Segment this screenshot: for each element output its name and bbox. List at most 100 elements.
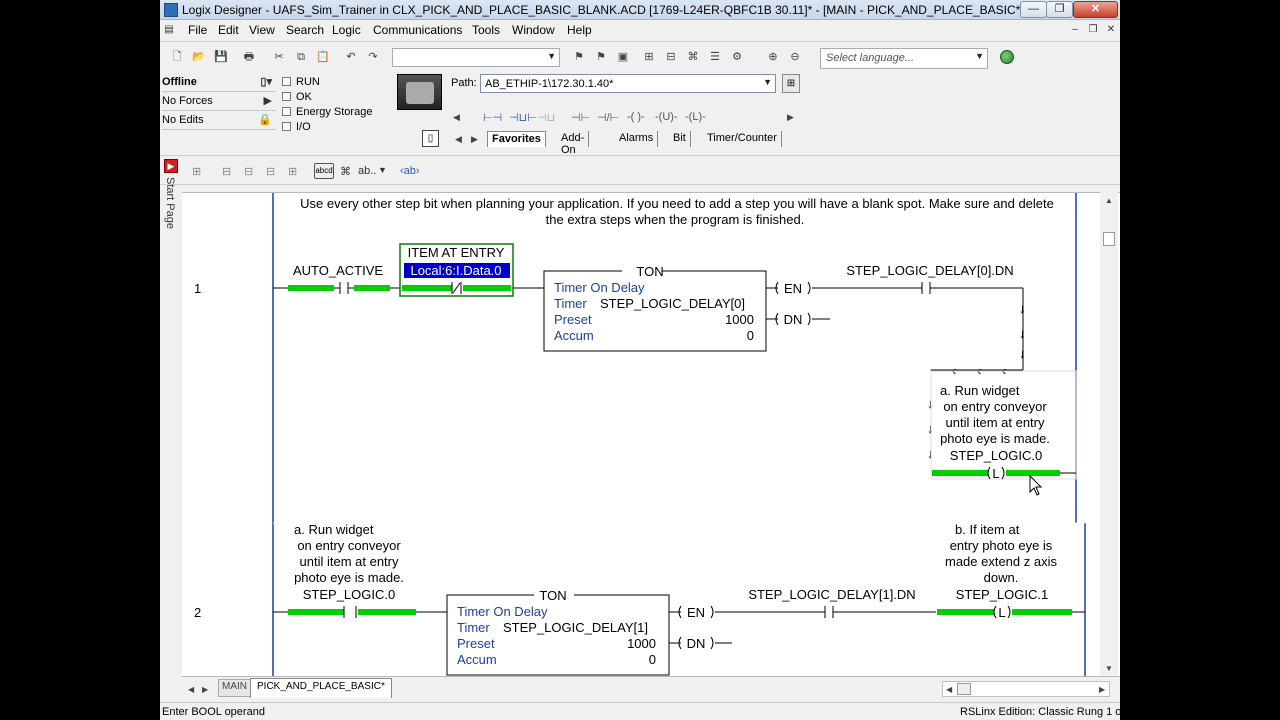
find-combo[interactable]: ▼ — [392, 48, 560, 67]
chevron-right-icon[interactable]: ▶ — [787, 112, 794, 123]
menu-window[interactable]: Window — [512, 23, 555, 37]
tags-icon[interactable]: ⊞ — [642, 50, 656, 64]
rung-1-xic-auto-active[interactable] — [288, 282, 400, 294]
path-combo[interactable]: AB_ETHIP-1\172.30.1.40* ▼ — [480, 74, 776, 93]
mdi-close-button[interactable]: ✕ — [1104, 23, 1118, 37]
cut-icon[interactable]: ✂ — [272, 50, 286, 64]
compare-icon[interactable]: ⚙ — [730, 50, 744, 64]
chevron-left-icon[interactable]: ◀ — [453, 112, 460, 123]
rung-1-otl-coil[interactable] — [932, 466, 1076, 480]
start-page-tab[interactable]: ▶ Start Page — [162, 157, 180, 229]
verify-all-icon[interactable]: ⚑ — [594, 50, 608, 64]
accept-edit-icon[interactable]: ⊟ — [244, 165, 253, 178]
menu-file[interactable]: File — [188, 23, 207, 37]
rung-2-timer-tag[interactable]: STEP_LOGIC_DELAY[1] — [503, 620, 648, 635]
copy-icon[interactable]: ⧉ — [294, 50, 308, 64]
scroll-left-icon[interactable]: ◀ — [946, 685, 952, 694]
branch-icon[interactable]: ⊣⊔⊢ — [509, 111, 537, 124]
menu-view[interactable]: View — [249, 23, 275, 37]
forces-row[interactable]: No Forces ▶ — [162, 93, 276, 111]
otu-instruction[interactable]: -(U)- — [655, 111, 678, 123]
scroll-right-icon[interactable]: ▶ — [1099, 685, 1105, 694]
document-icon[interactable]: ▤ — [162, 23, 176, 37]
tab-bit[interactable]: Bit — [669, 131, 691, 147]
ote-instruction[interactable]: -( )- — [627, 111, 645, 123]
edits-row[interactable]: No Edits 🔒 — [162, 112, 276, 130]
tab-scroll-right-icon[interactable]: ▶ — [202, 685, 208, 694]
tab-scroll-left-icon[interactable]: ◀ — [455, 134, 462, 145]
rung-1-accum-value[interactable]: 0 — [747, 328, 754, 343]
close-button[interactable]: ✕ — [1073, 1, 1118, 18]
rung-2-xic-delay-dn[interactable] — [824, 606, 936, 618]
rung-1-timer-tag[interactable]: STEP_LOGIC_DELAY[0] — [600, 296, 745, 311]
cross-reference-icon[interactable]: ⌘ — [686, 50, 700, 64]
mdi-restore-button[interactable]: ❐ — [1086, 23, 1100, 37]
menu-communications[interactable]: Communications — [373, 23, 462, 37]
rung-1-preset-value[interactable]: 1000 — [725, 312, 754, 327]
who-active-button[interactable]: ⊞ — [782, 74, 800, 93]
xic-instruction[interactable]: ⊣⊢ — [571, 111, 590, 124]
globe-icon[interactable] — [1000, 50, 1014, 64]
horizontal-scroll-thumb[interactable] — [957, 683, 971, 695]
keyswitch-button[interactable]: ▯ — [422, 130, 439, 147]
rung-view-icon[interactable]: ⊞ — [192, 165, 201, 178]
tab-alarms[interactable]: Alarms — [615, 131, 659, 147]
tab-main[interactable]: MAIN — [218, 679, 251, 697]
tab-pick-and-place-basic[interactable]: PICK_AND_PLACE_BASIC* — [250, 678, 392, 698]
maximize-button[interactable]: ❐ — [1046, 1, 1073, 18]
mdi-minimize-button[interactable]: – — [1068, 23, 1082, 37]
vertical-scroll-thumb[interactable] — [1103, 232, 1115, 246]
rung-2-accum-value[interactable]: 0 — [649, 652, 656, 667]
rung-icon[interactable]: ⊢⊣ — [483, 111, 502, 124]
tag-description-toggle[interactable]: abcd — [314, 163, 334, 179]
minimize-button[interactable]: — — [1020, 1, 1047, 18]
verify-icon[interactable]: ⚑ — [572, 50, 586, 64]
menu-tools[interactable]: Tools — [472, 23, 500, 37]
rung-2-xic-step-logic-0[interactable] — [288, 606, 447, 618]
tab-scroll-right-icon[interactable]: ▶ — [471, 134, 478, 145]
save-icon[interactable]: 💾 — [214, 50, 228, 64]
tab-scroll-left-icon[interactable]: ◀ — [188, 685, 194, 694]
scroll-down-icon[interactable]: ▼ — [1105, 664, 1113, 673]
zoom-in-icon[interactable]: ⊕ — [766, 50, 780, 64]
paste-icon[interactable]: 📋 — [316, 50, 330, 64]
rung-1-xic-delay-dn[interactable] — [921, 282, 1023, 294]
controller-icon[interactable]: ▣ — [616, 50, 630, 64]
xio-instruction[interactable]: ⊣/⊢ — [597, 111, 619, 124]
tag-view-icon[interactable]: ‹ab› — [400, 165, 420, 177]
language-select[interactable]: Select language... ▼ — [820, 48, 988, 69]
menu-edit[interactable]: Edit — [218, 23, 239, 37]
edit-icon[interactable]: ⊟ — [222, 165, 231, 178]
rung-2-otl-coil[interactable] — [937, 605, 1085, 619]
scroll-up-icon[interactable]: ▲ — [1105, 196, 1113, 205]
mode-dropdown-icon[interactable]: ▯▾ — [260, 75, 272, 88]
mode-row[interactable]: Offline ▯▾ — [162, 74, 276, 92]
zoom-out-icon[interactable]: ⊖ — [788, 50, 802, 64]
horizontal-scrollbar[interactable]: ◀ ▶ — [942, 681, 1110, 697]
undo-icon[interactable]: ↶ — [344, 50, 358, 64]
tab-timer-counter[interactable]: Timer/Counter — [703, 131, 782, 147]
ladder-editor[interactable]: Use every other step bit when planning y… — [182, 192, 1120, 676]
description-icon[interactable]: ab.. — [358, 165, 376, 177]
properties-icon[interactable]: ☰ — [708, 50, 722, 64]
tag-browser-icon[interactable]: ⊟ — [664, 50, 678, 64]
forces-arrow-icon[interactable]: ▶ — [264, 94, 272, 107]
redo-icon[interactable]: ↷ — [366, 50, 380, 64]
print-icon[interactable]: 🖶 — [242, 50, 256, 64]
new-icon[interactable]: 🗋 — [170, 50, 184, 64]
chevron-down-icon[interactable]: ▼ — [378, 165, 387, 175]
lock-icon[interactable]: 🔒 — [258, 113, 272, 126]
vertical-scrollbar[interactable]: ▲ ▼ — [1100, 192, 1118, 676]
menu-help[interactable]: Help — [567, 23, 592, 37]
otl-instruction[interactable]: -(L)- — [685, 111, 706, 123]
open-icon[interactable]: 📂 — [192, 50, 206, 64]
tab-add-on[interactable]: Add-On — [557, 131, 590, 156]
address-icon[interactable]: ⌘ — [340, 165, 351, 178]
cancel-edit-icon[interactable]: ⊟ — [266, 165, 275, 178]
menu-search[interactable]: Search — [286, 23, 324, 37]
test-edit-icon[interactable]: ⊞ — [288, 165, 297, 178]
tab-favorites[interactable]: Favorites — [487, 131, 546, 147]
rung-2-preset-value[interactable]: 1000 — [627, 636, 656, 651]
branch-level-icon[interactable]: ⊣⊔ — [537, 111, 555, 124]
menu-logic[interactable]: Logic — [332, 23, 361, 37]
